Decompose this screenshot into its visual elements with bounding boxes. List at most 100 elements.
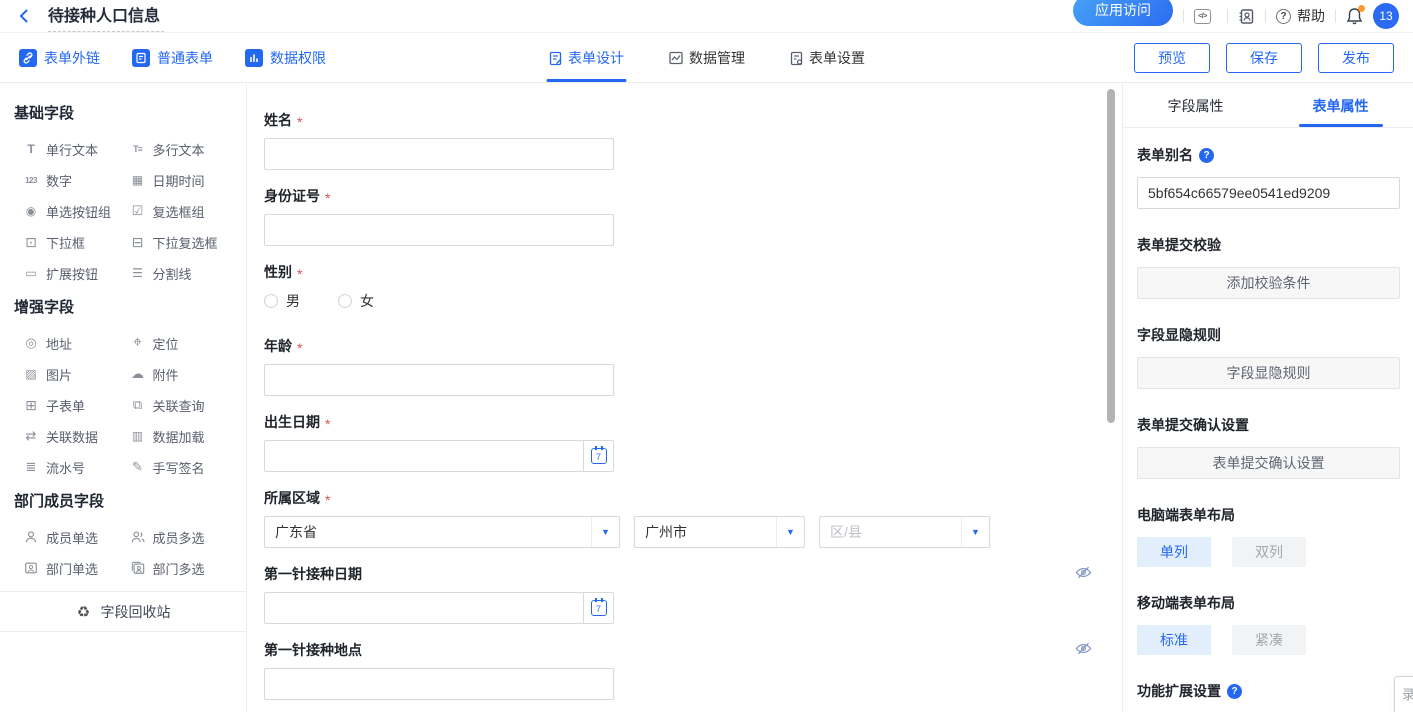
chevron-down-icon[interactable] (961, 517, 989, 547)
help-icon (1276, 9, 1291, 24)
contact-book-button[interactable] (1238, 8, 1255, 25)
people-icon (130, 529, 146, 545)
form-alias-label: 表单别名 (1137, 145, 1400, 165)
eye-off-icon[interactable] (1075, 564, 1092, 586)
record-overlay[interactable]: 录制 (1394, 676, 1413, 712)
sidebar-item-image[interactable]: 图片 (23, 365, 130, 383)
sidebar-item-extend-button[interactable]: 扩展按钮 (23, 264, 130, 282)
tab-form-properties[interactable]: 表单属性 (1268, 84, 1413, 127)
sidebar-item-signature[interactable]: 手写签名 (130, 458, 237, 476)
help-button[interactable]: 帮助 (1276, 6, 1325, 26)
save-button[interactable]: 保存 (1226, 43, 1302, 73)
submit-confirm-button[interactable]: 表单提交确认设置 (1137, 447, 1400, 479)
section-title-member-fields: 部门成员字段 (14, 490, 236, 511)
first-dose-date-picker[interactable] (264, 592, 614, 624)
sidebar-item-radio-group[interactable]: 单选按钮组 (23, 202, 130, 220)
sidebar-item-data-load[interactable]: 数据加载 (130, 427, 237, 445)
question-circle-icon[interactable] (1227, 684, 1242, 699)
sidebar-item-linked-query[interactable]: 关联查询 (130, 396, 237, 414)
pc-layout-single-button[interactable]: 单列 (1137, 537, 1211, 567)
gender-option-female[interactable]: 女 (338, 291, 374, 311)
backend-script-button[interactable] (1194, 9, 1217, 24)
calendar-button[interactable] (583, 593, 613, 623)
data-permission-button[interactable]: 数据权限 (245, 48, 326, 68)
departments-icon (130, 560, 146, 576)
chevron-down-icon[interactable] (776, 517, 804, 547)
back-icon[interactable] (14, 6, 34, 26)
pc-layout-group: 电脑端表单布局 单列 双列 (1137, 505, 1400, 567)
sidebar-item-member-single[interactable]: 成员单选 (23, 528, 130, 546)
sidebar-item-divider-line[interactable]: 分割线 (130, 264, 237, 282)
sidebar-item-multi-line-text[interactable]: 多行文本 (130, 140, 237, 158)
chevron-down-icon[interactable] (591, 517, 619, 547)
required-mark: * (325, 190, 330, 206)
sidebar-item-subform[interactable]: 子表单 (23, 396, 130, 414)
avatar[interactable]: 13 (1373, 3, 1399, 29)
gender-option-male[interactable]: 男 (264, 291, 300, 311)
field-recycle-bin-button[interactable]: 字段回收站 (0, 591, 246, 632)
tab-form-design[interactable]: 表单设计 (548, 34, 624, 82)
sidebar-item-attachment[interactable]: 附件 (130, 365, 237, 383)
age-input[interactable] (264, 364, 614, 396)
canvas-scrollbar[interactable] (1107, 89, 1115, 423)
pc-layout-double-button[interactable]: 双列 (1232, 537, 1306, 567)
mobile-layout-standard-button[interactable]: 标准 (1137, 625, 1211, 655)
sidebar-item-member-multi[interactable]: 成员多选 (130, 528, 237, 546)
preview-button[interactable]: 预览 (1134, 43, 1210, 73)
sidebar-item-linked-data[interactable]: 关联数据 (23, 427, 130, 445)
form-external-link-button[interactable]: 表单外链 (19, 48, 100, 68)
first-dose-place-input[interactable] (264, 668, 614, 700)
tab-form-settings[interactable]: 表单设置 (789, 34, 865, 82)
calendar-button[interactable] (583, 441, 613, 471)
calendar-icon (591, 448, 607, 464)
section-title-basic-fields: 基础字段 (14, 102, 236, 123)
id-number-input[interactable] (264, 214, 614, 246)
center-tabs: 表单设计 数据管理 表单设置 (548, 34, 865, 82)
sidebar-item-number[interactable]: 数字 (23, 171, 130, 189)
city-select[interactable]: 广州市 (634, 516, 805, 548)
tab-data-management[interactable]: 数据管理 (668, 34, 745, 82)
field-region[interactable]: 所属区域* 广东省 广州市 区/县 (264, 488, 1122, 548)
visibility-rules-button[interactable]: 字段显隐规则 (1137, 357, 1400, 389)
visibility-rules-label: 字段显隐规则 (1137, 325, 1400, 345)
name-input[interactable] (264, 138, 614, 170)
question-circle-icon[interactable] (1199, 148, 1214, 163)
publish-button[interactable]: 发布 (1318, 43, 1394, 73)
sidebar-item-select[interactable]: 下拉框 (23, 233, 130, 251)
sidebar-item-department-single[interactable]: 部门单选 (23, 559, 130, 577)
radio-unchecked-icon[interactable] (338, 294, 352, 308)
add-check-condition-button[interactable]: 添加校验条件 (1137, 267, 1400, 299)
form-alias-input[interactable] (1137, 177, 1400, 209)
eye-off-icon[interactable] (1075, 640, 1092, 662)
sidebar-item-multi-select[interactable]: 下拉复选框 (130, 233, 237, 251)
normal-form-button[interactable]: 普通表单 (132, 48, 213, 68)
field-first-dose-place[interactable]: 第一针接种地点 (264, 640, 1122, 700)
field-name[interactable]: 姓名* (264, 110, 1122, 170)
sidebar-item-address[interactable]: 地址 (23, 334, 130, 352)
sidebar-item-serial-number[interactable]: 流水号 (23, 458, 130, 476)
first-dose-date-input[interactable] (265, 593, 583, 623)
notification-bell-button[interactable] (1346, 7, 1363, 25)
sidebar-item-single-line-text[interactable]: 单行文本 (23, 140, 130, 158)
field-first-dose-date[interactable]: 第一针接种日期 (264, 564, 1122, 624)
sidebar-item-locate[interactable]: 定位 (130, 334, 237, 352)
birth-date-picker[interactable] (264, 440, 614, 472)
radio-unchecked-icon[interactable] (264, 294, 278, 308)
subform-icon (23, 397, 39, 413)
field-birth-date[interactable]: 出生日期* (264, 412, 1122, 472)
province-select[interactable]: 广东省 (264, 516, 620, 548)
mobile-layout-compact-button[interactable]: 紧凑 (1232, 625, 1306, 655)
app-access-button[interactable]: 应用访问 (1073, 0, 1173, 26)
district-select[interactable]: 区/县 (819, 516, 990, 548)
sidebar-item-checkbox-group[interactable]: 复选框组 (130, 202, 237, 220)
field-birth-date-label: 出生日期* (264, 412, 1122, 432)
birth-date-input[interactable] (265, 441, 583, 471)
multi-select-icon (130, 234, 146, 250)
sidebar-item-datetime[interactable]: 日期时间 (130, 171, 237, 189)
field-gender[interactable]: 性别* 男 女 (264, 262, 1122, 312)
tab-field-properties[interactable]: 字段属性 (1123, 84, 1268, 127)
sidebar-item-department-multi[interactable]: 部门多选 (130, 559, 237, 577)
bar-chart-icon (245, 49, 263, 67)
field-age[interactable]: 年龄* (264, 336, 1122, 396)
field-id-number[interactable]: 身份证号* (264, 186, 1122, 246)
